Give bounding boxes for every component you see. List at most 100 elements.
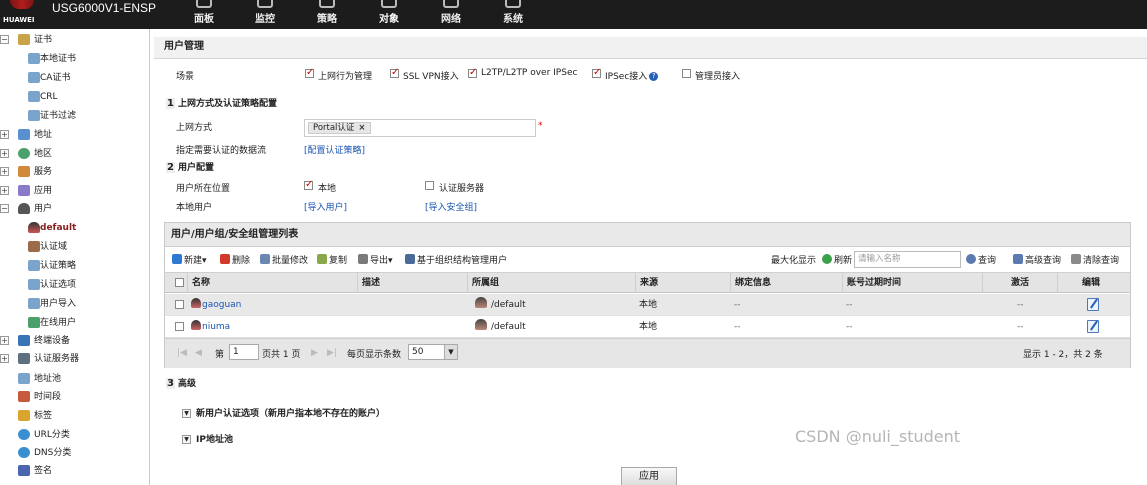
tree-item-url-category[interactable]: URL分类: [0, 426, 149, 444]
nav-dashboard[interactable]: 面板: [179, 0, 229, 29]
expand-icon[interactable]: +: [0, 354, 9, 363]
nav-policy[interactable]: 策略: [302, 0, 352, 29]
tree-item-default[interactable]: default: [0, 219, 149, 237]
tree-item-cert[interactable]: − 证书: [0, 31, 149, 49]
delete-icon: [220, 254, 230, 264]
tree-item-address-pool[interactable]: 地址池: [0, 370, 149, 388]
expand-icon[interactable]: +: [0, 336, 9, 345]
collapse-icon[interactable]: −: [0, 35, 9, 44]
tree-item-tag[interactable]: 标签: [0, 407, 149, 425]
col-binding[interactable]: 绑定信息: [730, 273, 842, 293]
col-source[interactable]: 来源: [635, 273, 730, 293]
tree-item-terminal[interactable]: + 终端设备: [0, 332, 149, 350]
col-edit[interactable]: 编辑: [1057, 273, 1132, 293]
search-input[interactable]: 请输入名称: [854, 251, 961, 268]
col-active[interactable]: 激活: [982, 273, 1057, 293]
tree-item-auth-domain[interactable]: 认证域: [0, 238, 149, 256]
tree-item-region[interactable]: + 地区: [0, 145, 149, 163]
row-binding: --: [734, 322, 741, 332]
org-manage-button[interactable]: 基于组织结构管理用户: [405, 253, 507, 266]
auth-server-icon: [18, 353, 30, 364]
tree-item-address[interactable]: + 地址: [0, 126, 149, 144]
clear-query-button[interactable]: 清除查询: [1071, 253, 1119, 266]
signature-shield-icon: [18, 465, 30, 476]
row-checkbox[interactable]: [175, 322, 184, 331]
advanced-query-button[interactable]: 高级查询: [1013, 253, 1061, 266]
per-page-select[interactable]: 50 ▼: [408, 344, 458, 360]
location-server-checkbox[interactable]: [425, 181, 434, 190]
row-name[interactable]: gaoguan: [191, 294, 241, 316]
expand-icon[interactable]: +: [0, 149, 9, 158]
import-user-link[interactable]: [导入用户]: [304, 200, 347, 213]
copy-button[interactable]: 复制: [317, 253, 347, 266]
tree-item-crl[interactable]: CRL: [0, 88, 149, 106]
table-row[interactable]: niuma /default 本地 -- -- --: [165, 316, 1130, 338]
delete-button[interactable]: 删除: [220, 253, 250, 266]
new-button[interactable]: 新建▾: [172, 253, 207, 266]
scene-ipsec-checkbox[interactable]: [592, 67, 601, 78]
export-button[interactable]: 导出▾: [358, 253, 393, 266]
tree-item-cert-filter[interactable]: 证书过滤: [0, 107, 149, 125]
last-page-icon[interactable]: ▶|: [327, 348, 337, 358]
tree-item-auth-server[interactable]: + 认证服务器: [0, 350, 149, 368]
import-security-group-link[interactable]: [导入安全组]: [425, 200, 477, 213]
tree-item-auth-options[interactable]: 认证选项: [0, 276, 149, 294]
location-local-checkbox[interactable]: [304, 179, 313, 190]
scene-admin-checkbox[interactable]: [682, 69, 691, 78]
help-icon[interactable]: ?: [649, 72, 659, 81]
col-name[interactable]: 名称: [187, 273, 357, 293]
copy-icon: [317, 254, 327, 264]
access-method-input[interactable]: Portal认证 ×: [304, 119, 536, 137]
portal-auth-tag: Portal认证 ×: [308, 122, 371, 134]
row-expiry: --: [846, 300, 853, 310]
next-page-icon[interactable]: ▶: [311, 348, 318, 358]
tree-item-online-users[interactable]: 在线用户: [0, 314, 149, 332]
table-row[interactable]: gaoguan /default 本地 -- -- --: [165, 294, 1130, 316]
scene-ssl-vpn-checkbox[interactable]: [390, 67, 399, 78]
prev-page-icon[interactable]: ◀: [195, 348, 202, 358]
expand-icon[interactable]: +: [0, 130, 9, 139]
row-checkbox[interactable]: [175, 300, 184, 309]
refresh-button[interactable]: 刷新: [822, 253, 852, 266]
ip-pool-toggle[interactable]: ▼ IP地址池: [182, 432, 233, 445]
batch-edit-button[interactable]: 批量修改: [260, 253, 308, 266]
tree-item-auth-policy[interactable]: 认证策略: [0, 257, 149, 275]
edit-icon[interactable]: [1087, 298, 1099, 311]
col-desc[interactable]: 描述: [357, 273, 467, 293]
tree-item-local-cert[interactable]: 本地证书: [0, 50, 149, 68]
edit-icon[interactable]: [1087, 320, 1099, 333]
config-auth-policy-link[interactable]: [配置认证策略]: [304, 143, 365, 156]
scene-web-access-checkbox[interactable]: [305, 67, 314, 78]
scene-l2tp-checkbox[interactable]: [468, 67, 477, 78]
tree-item-signature[interactable]: 签名: [0, 462, 149, 480]
tree-item-application[interactable]: + 应用: [0, 182, 149, 200]
location-local-label: 本地: [318, 184, 337, 194]
tree-item-user-import[interactable]: 用户导入: [0, 295, 149, 313]
nav-monitor[interactable]: 监控: [240, 0, 290, 29]
first-page-icon[interactable]: |◀: [177, 348, 187, 358]
tree-item-service[interactable]: + 服务: [0, 163, 149, 181]
tree-item-user[interactable]: − 用户: [0, 200, 149, 218]
remove-tag-icon[interactable]: ×: [358, 123, 365, 133]
main-content: 用户管理 场景 上网行为管理 SSL VPN接入 L2TP/L2TP over …: [151, 29, 1147, 485]
row-name[interactable]: niuma: [191, 316, 230, 338]
expand-icon[interactable]: +: [0, 167, 9, 176]
device-name: USG6000V1-ENSP: [52, 1, 157, 15]
tree-item-time-range[interactable]: 时间段: [0, 388, 149, 406]
select-all-checkbox[interactable]: [175, 278, 184, 287]
expand-icon[interactable]: +: [0, 186, 9, 195]
col-expiry[interactable]: 账号过期时间: [842, 273, 982, 293]
tree-item-dns-category[interactable]: DNS分类: [0, 444, 149, 462]
col-group[interactable]: 所属组: [467, 273, 635, 293]
nav-network[interactable]: 网络: [426, 0, 476, 29]
apply-button[interactable]: 应用: [621, 467, 677, 485]
new-user-auth-options-toggle[interactable]: ▼ 新用户认证选项（新用户指本地不存在的账户）: [182, 406, 385, 419]
query-button[interactable]: 查询: [966, 253, 996, 266]
nav-system[interactable]: 系统: [488, 0, 538, 29]
collapse-icon[interactable]: −: [0, 204, 9, 213]
user-icon: [18, 203, 30, 214]
expand-triangle-icon: ▼: [182, 435, 191, 444]
tree-item-ca-cert[interactable]: CA证书: [0, 69, 149, 87]
page-number-input[interactable]: 1: [229, 344, 259, 360]
nav-object[interactable]: 对象: [364, 0, 414, 29]
